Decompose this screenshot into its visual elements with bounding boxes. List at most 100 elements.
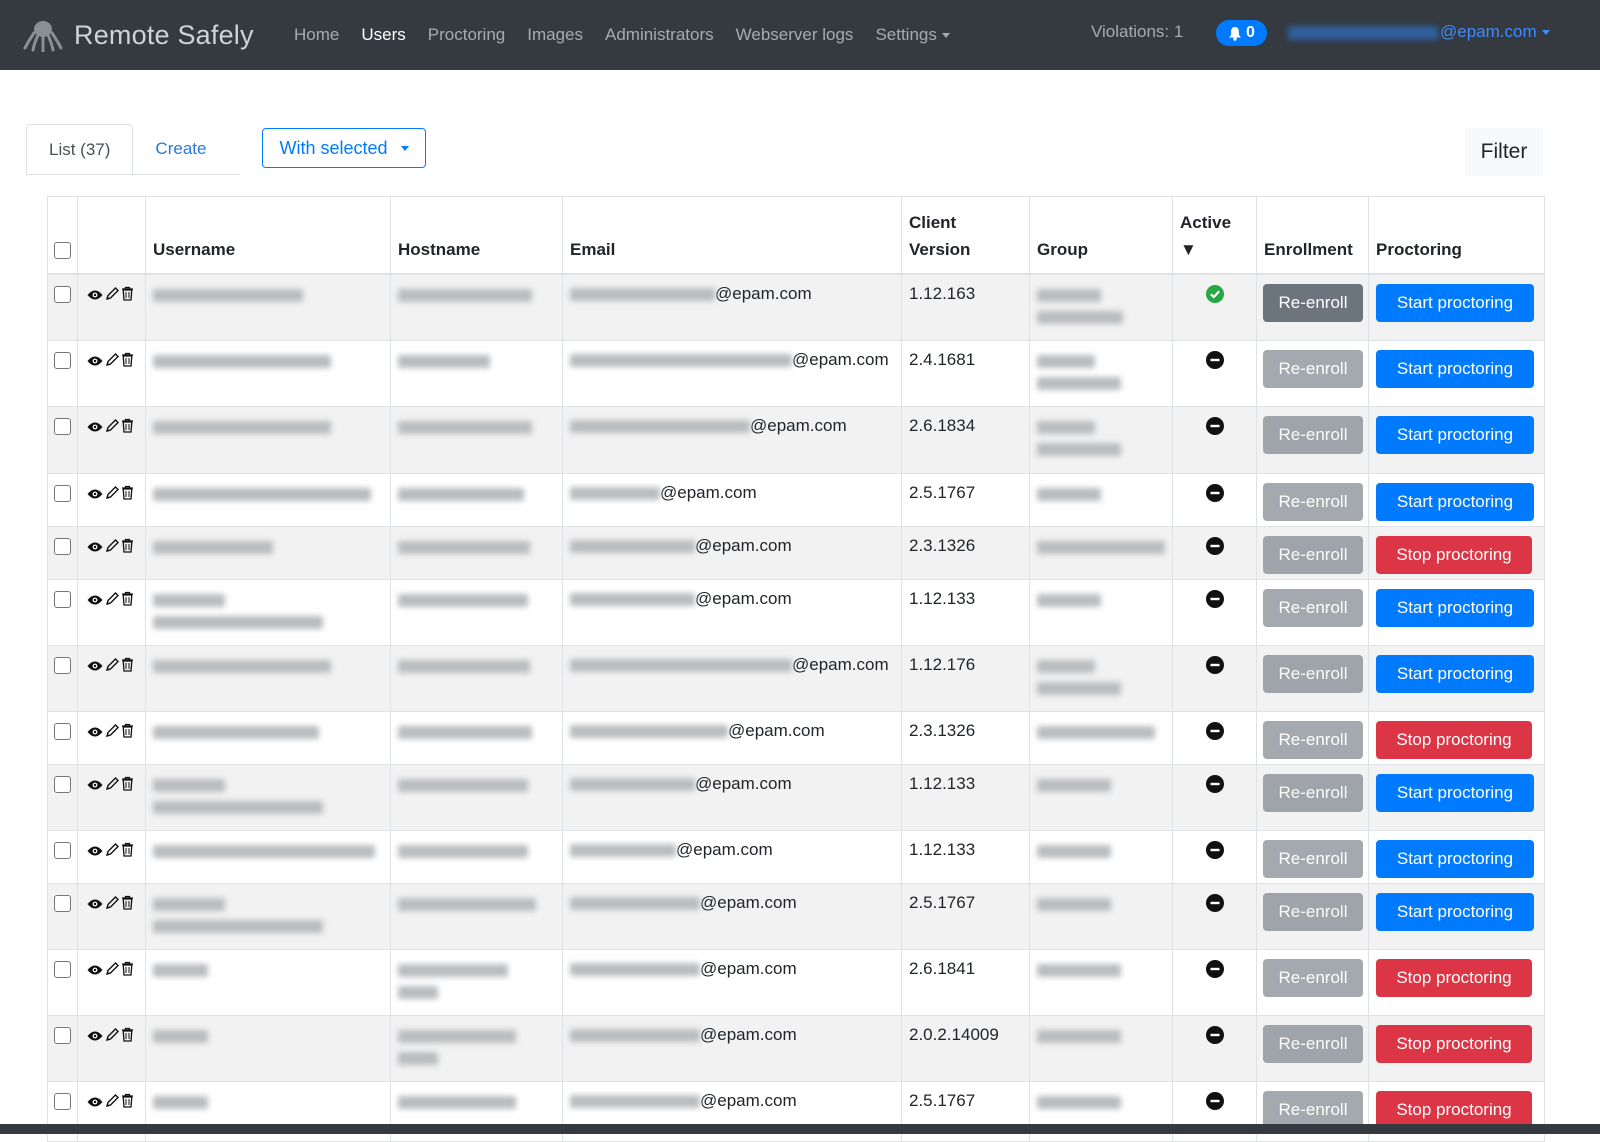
view-eye-icon[interactable] bbox=[87, 1093, 103, 1113]
edit-pencil-icon[interactable] bbox=[105, 1093, 119, 1113]
reenroll-button[interactable]: Re-enroll bbox=[1263, 1024, 1363, 1063]
edit-pencil-icon[interactable] bbox=[105, 418, 119, 438]
nav-item-images[interactable]: Images bbox=[527, 25, 583, 45]
username-cell[interactable] bbox=[145, 273, 391, 341]
delete-trash-icon[interactable] bbox=[121, 591, 134, 611]
reenroll-button[interactable]: Re-enroll bbox=[1263, 839, 1363, 878]
edit-pencil-icon[interactable] bbox=[105, 776, 119, 796]
start-proctoring-button[interactable]: Start proctoring bbox=[1376, 284, 1534, 322]
start-proctoring-button[interactable]: Start proctoring bbox=[1376, 773, 1534, 812]
column-email[interactable]: Email bbox=[562, 196, 902, 275]
nav-item-users[interactable]: Users bbox=[361, 25, 405, 45]
row-checkbox[interactable] bbox=[54, 1026, 71, 1044]
start-proctoring-button[interactable]: Start proctoring bbox=[1376, 654, 1534, 693]
reenroll-button[interactable]: Re-enroll bbox=[1263, 415, 1363, 454]
view-eye-icon[interactable] bbox=[87, 657, 103, 677]
edit-pencil-icon[interactable] bbox=[105, 961, 119, 981]
column-active[interactable]: Active ▼ bbox=[1172, 196, 1257, 275]
delete-trash-icon[interactable] bbox=[121, 1093, 134, 1113]
row-checkbox[interactable] bbox=[54, 841, 71, 859]
view-eye-icon[interactable] bbox=[87, 352, 103, 372]
column-enrollment[interactable]: Enrollment bbox=[1256, 196, 1369, 275]
column-group[interactable]: Group bbox=[1029, 196, 1173, 275]
violations-count[interactable]: Violations: 1 bbox=[1091, 22, 1183, 42]
stop-proctoring-button[interactable]: Stop proctoring bbox=[1376, 535, 1532, 574]
edit-pencil-icon[interactable] bbox=[105, 895, 119, 915]
view-eye-icon[interactable] bbox=[87, 1027, 103, 1047]
brand[interactable]: Remote Safely bbox=[22, 18, 284, 52]
view-eye-icon[interactable] bbox=[87, 776, 103, 796]
delete-trash-icon[interactable] bbox=[121, 723, 134, 743]
row-checkbox[interactable] bbox=[54, 960, 71, 978]
delete-trash-icon[interactable] bbox=[121, 776, 134, 796]
delete-trash-icon[interactable] bbox=[121, 842, 134, 862]
start-proctoring-button[interactable]: Start proctoring bbox=[1376, 839, 1534, 878]
nav-item-settings[interactable]: Settings bbox=[875, 25, 950, 45]
view-eye-icon[interactable] bbox=[87, 286, 103, 306]
notifications-badge[interactable]: 0 bbox=[1216, 20, 1267, 46]
column-client-version[interactable]: Client Version bbox=[901, 196, 1030, 275]
username-cell[interactable] bbox=[145, 710, 391, 765]
select-all-checkbox[interactable] bbox=[54, 242, 71, 259]
username-cell[interactable] bbox=[145, 1014, 391, 1082]
filter-button[interactable]: Filter bbox=[1465, 128, 1543, 176]
view-eye-icon[interactable] bbox=[87, 418, 103, 438]
username-cell[interactable] bbox=[145, 405, 391, 474]
view-eye-icon[interactable] bbox=[87, 485, 103, 505]
edit-pencil-icon[interactable] bbox=[105, 842, 119, 862]
tab-create[interactable]: Create bbox=[133, 124, 228, 174]
username-cell[interactable] bbox=[145, 948, 391, 1016]
user-menu[interactable]: @epam.com bbox=[1288, 22, 1550, 42]
delete-trash-icon[interactable] bbox=[121, 485, 134, 505]
row-checkbox[interactable] bbox=[54, 894, 71, 912]
reenroll-button[interactable]: Re-enroll bbox=[1263, 482, 1363, 521]
delete-trash-icon[interactable] bbox=[121, 352, 134, 372]
username-cell[interactable] bbox=[145, 644, 391, 712]
row-checkbox[interactable] bbox=[54, 1092, 71, 1110]
nav-item-webserver-logs[interactable]: Webserver logs bbox=[736, 25, 854, 45]
row-checkbox[interactable] bbox=[54, 417, 71, 435]
delete-trash-icon[interactable] bbox=[121, 418, 134, 438]
reenroll-button[interactable]: Re-enroll bbox=[1263, 654, 1363, 693]
nav-item-proctoring[interactable]: Proctoring bbox=[428, 25, 505, 45]
edit-pencil-icon[interactable] bbox=[105, 538, 119, 558]
edit-pencil-icon[interactable] bbox=[105, 286, 119, 306]
edit-pencil-icon[interactable] bbox=[105, 723, 119, 743]
delete-trash-icon[interactable] bbox=[121, 538, 134, 558]
view-eye-icon[interactable] bbox=[87, 961, 103, 981]
username-cell[interactable] bbox=[145, 472, 391, 527]
delete-trash-icon[interactable] bbox=[121, 895, 134, 915]
row-checkbox[interactable] bbox=[54, 722, 71, 740]
row-checkbox[interactable] bbox=[54, 286, 71, 303]
row-checkbox[interactable] bbox=[54, 656, 71, 674]
column-proctoring[interactable]: Proctoring bbox=[1368, 196, 1545, 275]
view-eye-icon[interactable] bbox=[87, 895, 103, 915]
column-username[interactable]: Username bbox=[145, 196, 391, 275]
row-checkbox[interactable] bbox=[54, 484, 71, 502]
reenroll-button[interactable]: Re-enroll bbox=[1263, 284, 1363, 322]
start-proctoring-button[interactable]: Start proctoring bbox=[1376, 482, 1534, 521]
stop-proctoring-button[interactable]: Stop proctoring bbox=[1376, 720, 1532, 759]
username-cell[interactable] bbox=[145, 882, 391, 950]
edit-pencil-icon[interactable] bbox=[105, 1027, 119, 1047]
reenroll-button[interactable]: Re-enroll bbox=[1263, 535, 1363, 574]
start-proctoring-button[interactable]: Start proctoring bbox=[1376, 415, 1534, 454]
view-eye-icon[interactable] bbox=[87, 591, 103, 611]
username-cell[interactable] bbox=[145, 578, 391, 646]
view-eye-icon[interactable] bbox=[87, 538, 103, 558]
row-checkbox[interactable] bbox=[54, 590, 71, 608]
row-checkbox[interactable] bbox=[54, 537, 71, 555]
edit-pencil-icon[interactable] bbox=[105, 657, 119, 677]
nav-item-administrators[interactable]: Administrators bbox=[605, 25, 714, 45]
username-cell[interactable] bbox=[145, 829, 391, 884]
nav-item-home[interactable]: Home bbox=[294, 25, 339, 45]
delete-trash-icon[interactable] bbox=[121, 961, 134, 981]
view-eye-icon[interactable] bbox=[87, 842, 103, 862]
reenroll-button[interactable]: Re-enroll bbox=[1263, 773, 1363, 812]
username-cell[interactable] bbox=[145, 763, 391, 831]
reenroll-button[interactable]: Re-enroll bbox=[1263, 349, 1363, 388]
column-hostname[interactable]: Hostname bbox=[390, 196, 563, 275]
delete-trash-icon[interactable] bbox=[121, 286, 134, 306]
row-checkbox[interactable] bbox=[54, 775, 71, 793]
with-selected-dropdown[interactable]: With selected bbox=[262, 128, 426, 168]
